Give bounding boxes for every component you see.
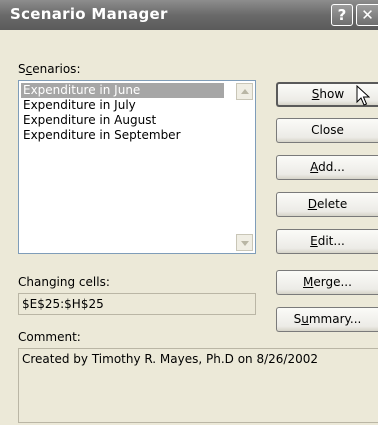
scenario-item[interactable]: Expenditure in September bbox=[21, 128, 224, 143]
summary-button[interactable]: Summary... bbox=[276, 307, 378, 332]
close-button[interactable]: Close bbox=[276, 118, 378, 143]
changing-cells-label: Changing cells: bbox=[18, 275, 110, 289]
scroll-down-arrow-icon[interactable] bbox=[236, 234, 253, 251]
window-title: Scenario Manager bbox=[10, 5, 168, 23]
scenario-item[interactable]: Expenditure in July bbox=[21, 98, 224, 113]
add-button[interactable]: Add... bbox=[276, 155, 378, 180]
scenario-item[interactable]: Expenditure in June bbox=[21, 83, 224, 98]
merge-button[interactable]: Merge... bbox=[276, 270, 378, 295]
comment-field: Created by Timothy R. Mayes, Ph.D on 8/2… bbox=[18, 348, 378, 423]
scenarios-label: Scenarios: bbox=[18, 62, 81, 76]
close-window-button[interactable]: ✕ bbox=[356, 4, 378, 26]
title-bar: Scenario Manager ? ✕ bbox=[0, 0, 378, 30]
scenarios-listbox[interactable]: Expenditure in June Expenditure in July … bbox=[18, 80, 256, 254]
edit-button[interactable]: Edit... bbox=[276, 229, 378, 254]
help-button[interactable]: ? bbox=[331, 4, 353, 26]
comment-label: Comment: bbox=[18, 330, 81, 344]
scroll-up-arrow-icon[interactable] bbox=[236, 83, 253, 100]
mouse-pointer-icon bbox=[356, 85, 370, 106]
delete-button[interactable]: Delete bbox=[276, 192, 378, 217]
changing-cells-field: $E$25:$H$25 bbox=[18, 293, 256, 315]
scenario-item[interactable]: Expenditure in August bbox=[21, 113, 224, 128]
